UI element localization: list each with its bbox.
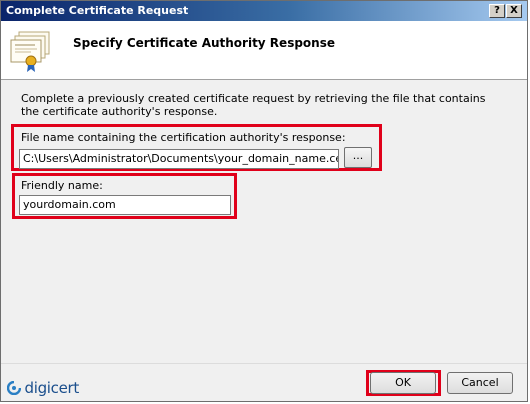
help-button[interactable]: ? bbox=[489, 4, 505, 18]
file-name-input[interactable]: C:\Users\Administrator\Documents\your_do… bbox=[19, 149, 339, 169]
footer-divider bbox=[1, 363, 527, 364]
header-title: Specify Certificate Authority Response bbox=[73, 36, 335, 50]
ok-button[interactable]: OK bbox=[370, 372, 436, 394]
title-bar[interactable]: Complete Certificate Request ? X bbox=[1, 1, 527, 21]
cancel-button[interactable]: Cancel bbox=[447, 372, 513, 394]
dialog-header: Specify Certificate Authority Response bbox=[1, 21, 527, 80]
certificate-stack-icon bbox=[10, 31, 50, 72]
digicert-logo: digicert bbox=[6, 379, 80, 397]
dialog-content: Complete a previously created certificat… bbox=[1, 80, 527, 360]
friendly-name-input[interactable]: yourdomain.com bbox=[19, 195, 231, 215]
complete-certificate-request-dialog: Complete Certificate Request ? X Specify… bbox=[0, 0, 528, 402]
file-name-label: File name containing the certification a… bbox=[21, 131, 346, 144]
digicert-mark-icon bbox=[6, 380, 22, 396]
digicert-logo-text: digicert bbox=[24, 379, 80, 397]
browse-button[interactable]: ... bbox=[344, 147, 372, 168]
close-button[interactable]: X bbox=[506, 4, 522, 18]
window-title: Complete Certificate Request bbox=[6, 4, 189, 17]
description-text: Complete a previously created certificat… bbox=[21, 92, 486, 118]
friendly-name-label: Friendly name: bbox=[21, 179, 103, 192]
